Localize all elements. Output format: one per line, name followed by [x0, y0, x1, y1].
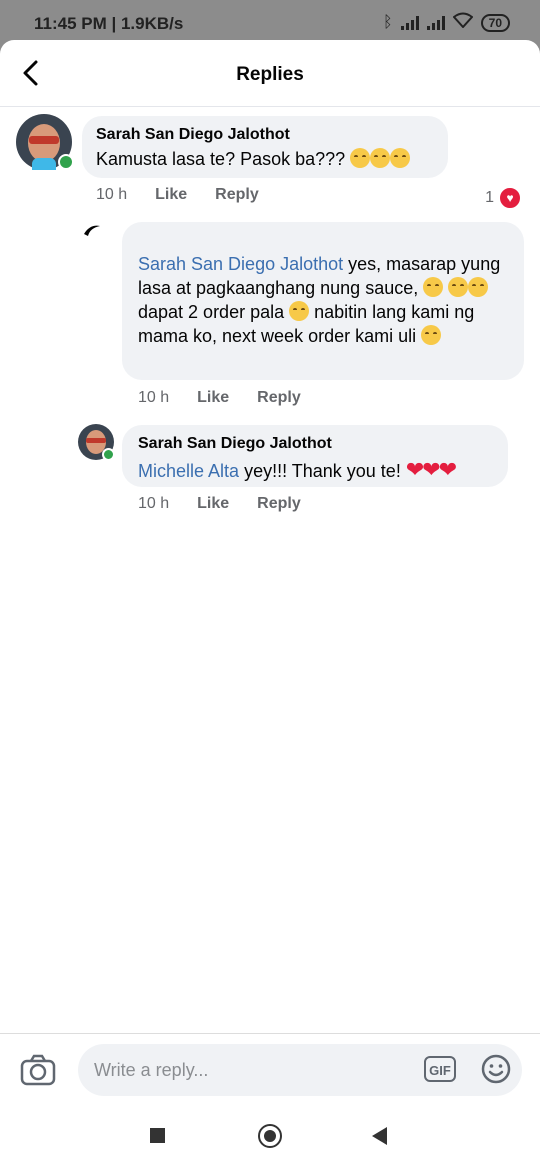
shirt [32, 158, 56, 170]
online-status-dot [102, 448, 115, 461]
comment-text-line: Kamusta lasa te? Pasok ba??? [96, 148, 411, 170]
comment-text-part: dapat 2 order pala [138, 302, 290, 322]
online-status-dot [58, 154, 74, 170]
like-button[interactable]: Like [197, 495, 229, 513]
wifi-icon [452, 12, 474, 33]
reply-button[interactable]: Reply [215, 186, 259, 204]
smile-emoji-icon [468, 277, 489, 297]
heart-icon: ♥ [498, 186, 522, 210]
gif-button[interactable]: GIF [424, 1056, 456, 1082]
comment-bubble[interactable]: Sarah San Diego Jalothot yes, masarap yu… [122, 222, 524, 380]
mention-link[interactable]: Sarah San Diego Jalothot [138, 254, 343, 274]
like-button[interactable]: Like [197, 389, 229, 407]
comment-author[interactable]: Sarah San Diego Jalothot [138, 435, 332, 453]
signal-icon [426, 15, 445, 30]
reaction-count-value: 1 [485, 189, 494, 206]
system-nav-bar [0, 1105, 540, 1170]
status-bar: 11:45 PM | 1.9KB/s ᛒ 70 [0, 0, 540, 42]
header: Replies [0, 40, 540, 107]
like-button[interactable]: Like [155, 186, 187, 204]
status-time: 11:45 PM | 1.9KB/s [34, 14, 184, 33]
sunglasses [86, 438, 106, 443]
comment-text: Sarah San Diego Jalothot yes, masarap yu… [138, 252, 514, 348]
avatar[interactable] [78, 424, 115, 461]
signal-icon [400, 15, 419, 30]
camera-button[interactable] [20, 1054, 56, 1086]
bluetooth-icon: ᛒ [383, 13, 393, 31]
grin-emoji-icon [289, 301, 310, 321]
comment-time: 10 h [96, 186, 128, 203]
comment-actions: 10 h Like Reply [138, 389, 301, 407]
replies-sheet: Replies Sarah San Diego Jalothot Kamusta… [0, 40, 540, 1170]
reply-button[interactable]: Reply [257, 495, 301, 513]
comment-bubble[interactable]: Sarah San Diego Jalothot Michelle Alta y… [122, 425, 508, 487]
comment-text: Kamusta lasa te? Pasok ba??? [96, 149, 346, 169]
emoji-icon [481, 1054, 511, 1084]
comment-author[interactable]: Sarah San Diego Jalothot [96, 126, 290, 144]
reaction-count[interactable]: 1 ♥ [485, 186, 522, 210]
comment-time: 10 h [138, 495, 170, 512]
smile-emoji-icon [350, 148, 411, 169]
home-button[interactable] [258, 1124, 282, 1148]
comment-actions: 10 h Like Reply [96, 186, 259, 204]
smile-emoji-icon [423, 277, 444, 297]
comment-actions: 10 h Like Reply [138, 495, 301, 513]
smile-emoji-icon [448, 277, 469, 297]
heart-emoji-icon: ❤❤❤ [405, 457, 457, 482]
emoji-button[interactable] [481, 1054, 511, 1084]
battery-icon: 70 [480, 13, 510, 32]
comment-time: 10 h [138, 389, 170, 406]
recents-button[interactable] [150, 1128, 165, 1143]
reply-composer: GIF [0, 1033, 540, 1106]
comment-text: yey!!! Thank you te! [239, 461, 406, 481]
mention-link[interactable]: Michelle Alta [138, 461, 239, 481]
system-back-button[interactable] [372, 1127, 387, 1145]
comment-bubble[interactable]: Sarah San Diego Jalothot Kamusta lasa te… [82, 116, 448, 178]
camera-icon [20, 1054, 56, 1086]
smile-emoji-icon [421, 325, 442, 345]
sunglasses [29, 136, 59, 144]
page-title: Replies [236, 64, 304, 85]
status-icons: ᛒ 70 [383, 12, 510, 33]
reply-button[interactable]: Reply [257, 389, 301, 407]
comment-text-line: Michelle Alta yey!!! Thank you te! ❤❤❤ [138, 457, 457, 483]
avatar[interactable] [16, 114, 74, 170]
